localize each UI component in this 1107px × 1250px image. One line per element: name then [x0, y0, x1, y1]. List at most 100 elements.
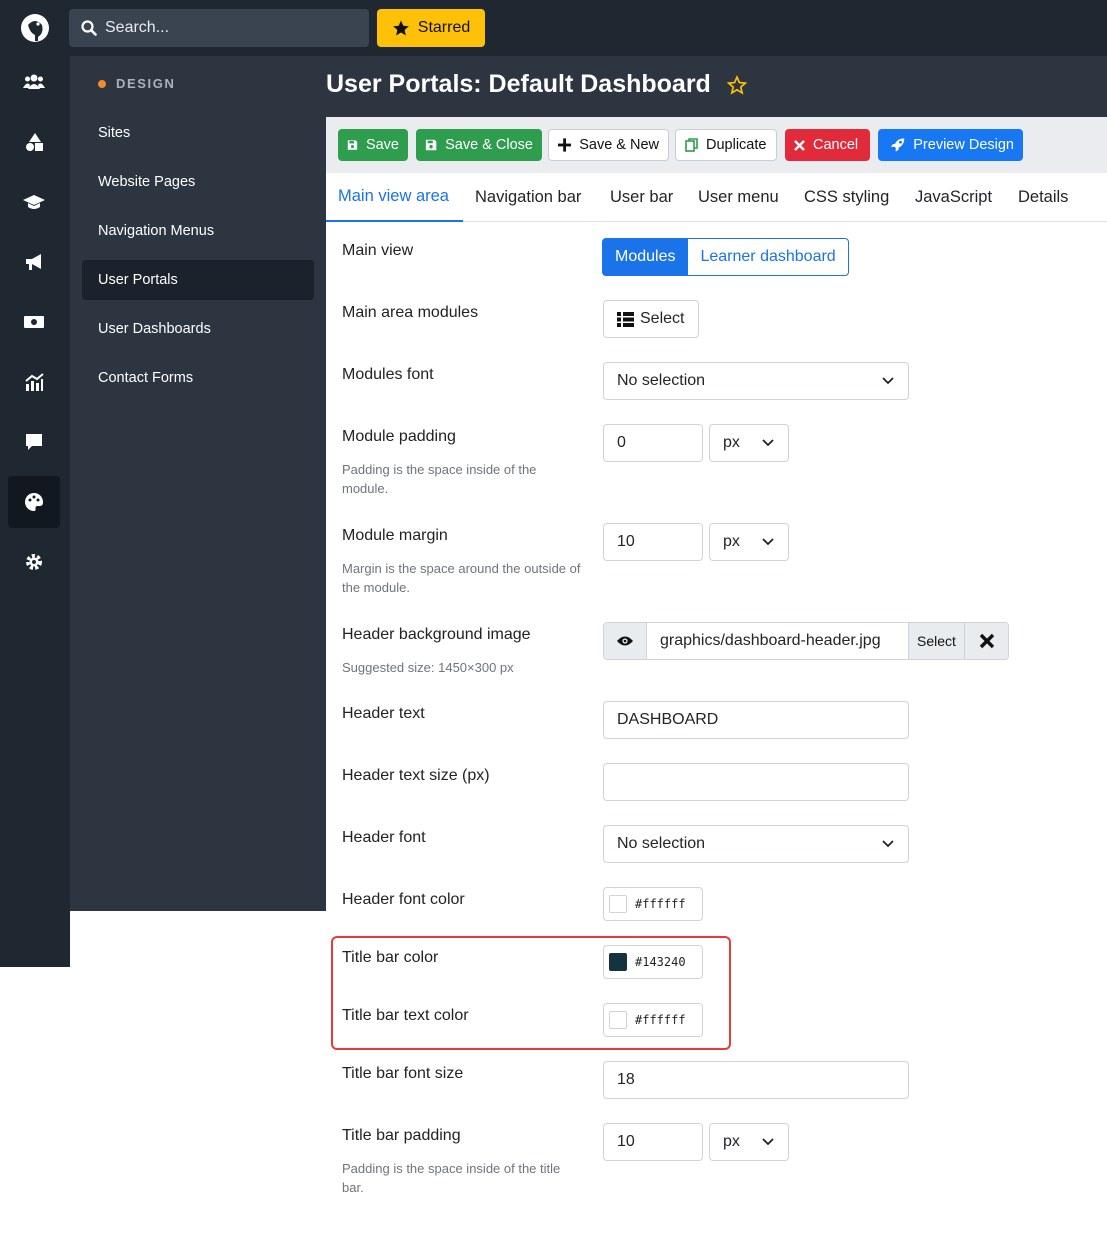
title-bar-padding-unit: px: [723, 1133, 740, 1150]
main-view-option-modules[interactable]: Modules: [602, 238, 689, 276]
subnav-item-contact-forms[interactable]: Contact Forms: [82, 358, 314, 398]
save-new-label: Save & New: [579, 137, 659, 153]
star-icon: [392, 20, 409, 36]
modules-font-label: Modules font: [342, 366, 434, 383]
tab-details[interactable]: Details: [1006, 173, 1080, 222]
subnav-heading: DESIGN: [98, 76, 175, 91]
save-button[interactable]: Save: [338, 129, 408, 161]
header-bg-image-help: Suggested size: 1450×300 px: [342, 660, 514, 675]
module-margin-input[interactable]: 10: [603, 523, 703, 561]
main-view-option-learner-dashboard[interactable]: Learner dashboard: [688, 238, 849, 276]
tab-javascript[interactable]: JavaScript: [903, 173, 1004, 222]
module-padding-unit-select[interactable]: px: [709, 424, 789, 462]
color-swatch: [609, 895, 627, 913]
tab-user-menu[interactable]: User menu: [686, 173, 791, 222]
search-icon: [81, 20, 97, 36]
module-margin-help: Margin is the space around the outside o…: [342, 561, 581, 595]
highlight-box: [331, 936, 731, 1050]
page-title: User Portals: Default Dashboard: [326, 70, 747, 99]
gear-icon[interactable]: [8, 536, 60, 588]
tab-navigation-bar[interactable]: Navigation bar: [463, 173, 593, 222]
chevron-down-icon: [762, 439, 774, 447]
tab-main-view-area[interactable]: Main view area: [326, 173, 463, 222]
subnav-item-sites[interactable]: Sites: [82, 113, 314, 153]
header-font-color-value: #ffffff: [635, 897, 686, 911]
module-padding-input[interactable]: 0: [603, 424, 703, 462]
duplicate-label: Duplicate: [706, 137, 767, 153]
header-text-size-input[interactable]: [603, 763, 909, 801]
starred-label: Starred: [417, 19, 471, 36]
cancel-button[interactable]: Cancel: [785, 129, 870, 161]
icon-rail: [0, 56, 70, 967]
palette-icon[interactable]: [8, 476, 60, 528]
tab-css-styling[interactable]: CSS styling: [792, 173, 901, 222]
shapes-icon[interactable]: [8, 116, 60, 168]
header-bg-image-path[interactable]: graphics/dashboard-header.jpg: [647, 623, 909, 659]
search-placeholder: Search...: [105, 19, 170, 36]
chevron-down-icon: [762, 1138, 774, 1146]
starred-button[interactable]: Starred: [377, 9, 485, 47]
star-outline-icon[interactable]: [726, 74, 747, 95]
save-close-label: Save & Close: [445, 137, 533, 153]
save-icon: [347, 140, 358, 150]
save-new-button[interactable]: Save & New: [548, 129, 669, 161]
header-bg-image-label: Header background image: [342, 626, 531, 643]
main-view-toggle: Modules Learner dashboard: [602, 238, 849, 276]
module-margin-unit-select[interactable]: px: [709, 523, 789, 561]
module-margin-unit: px: [723, 533, 740, 550]
elephant-logo-icon[interactable]: [18, 11, 52, 45]
main-area-modules-button-label: Select: [640, 310, 685, 327]
main-view-label: Main view: [342, 242, 414, 259]
module-padding-help: Padding is the space inside of the modul…: [342, 462, 537, 496]
header-text-input[interactable]: DASHBOARD: [603, 701, 909, 739]
preview-design-button[interactable]: Preview Design: [878, 129, 1023, 161]
header-font-label: Header font: [342, 829, 426, 846]
cancel-label: Cancel: [813, 137, 859, 153]
header-font-value: No selection: [617, 835, 706, 852]
title-bar-padding-label: Title bar padding: [342, 1127, 461, 1144]
chevron-down-icon: [762, 538, 774, 546]
duplicate-button[interactable]: Duplicate: [675, 129, 777, 161]
search-input[interactable]: Search...: [69, 9, 369, 47]
modules-font-select[interactable]: No selection: [603, 362, 909, 400]
subnav-item-user-portals[interactable]: User Portals: [82, 260, 314, 300]
title-bar-font-size-label: Title bar font size: [342, 1065, 464, 1082]
chat-icon[interactable]: [8, 416, 60, 468]
module-padding-label: Module padding: [342, 428, 456, 445]
rocket-icon: [890, 138, 905, 152]
title-bar-padding-unit-select[interactable]: px: [709, 1123, 789, 1161]
eye-icon[interactable]: [604, 623, 647, 659]
megaphone-icon[interactable]: [8, 236, 60, 288]
title-bar-font-size-input[interactable]: 18: [603, 1061, 909, 1099]
graduation-cap-icon[interactable]: [8, 176, 60, 228]
preview-label: Preview Design: [913, 137, 1014, 153]
save-close-button[interactable]: Save & Close: [416, 129, 542, 161]
copy-icon: [685, 138, 698, 152]
header-font-color-picker[interactable]: #ffffff: [603, 887, 703, 921]
form-content: Main view Modules Learner dashboard Main…: [326, 222, 1107, 1250]
header-text-size-label: Header text size (px): [342, 767, 490, 784]
chevron-down-icon: [882, 377, 894, 385]
tab-user-bar[interactable]: User bar: [598, 173, 685, 222]
subnav-item-website-pages[interactable]: Website Pages: [82, 162, 314, 202]
clear-image-icon[interactable]: [965, 623, 1008, 659]
header-font-select[interactable]: No selection: [603, 825, 909, 863]
design-subnav: DESIGN Sites Website Pages Navigation Me…: [70, 56, 326, 911]
chart-icon[interactable]: [8, 356, 60, 408]
chevron-down-icon: [882, 840, 894, 848]
main-area-modules-select-button[interactable]: Select: [603, 300, 699, 338]
money-icon[interactable]: [8, 296, 60, 348]
save-icon: [425, 139, 437, 151]
header-font-color-label: Header font color: [342, 891, 465, 908]
top-bar: Search... Starred: [0, 0, 1107, 56]
header-bg-image-select-button[interactable]: Select: [909, 623, 965, 659]
modules-font-value: No selection: [617, 372, 706, 389]
tab-bar: Main view area Navigation bar User bar U…: [326, 173, 1107, 222]
users-icon[interactable]: [8, 56, 60, 108]
action-toolbar: Save Save & Close Save & New Duplicate C…: [326, 117, 1107, 173]
title-bar-padding-input[interactable]: 10: [603, 1123, 703, 1161]
page-title-text: User Portals: Default Dashboard: [326, 70, 711, 98]
list-icon: [617, 311, 634, 327]
subnav-item-user-dashboards[interactable]: User Dashboards: [82, 309, 314, 349]
subnav-item-navigation-menus[interactable]: Navigation Menus: [82, 211, 314, 251]
